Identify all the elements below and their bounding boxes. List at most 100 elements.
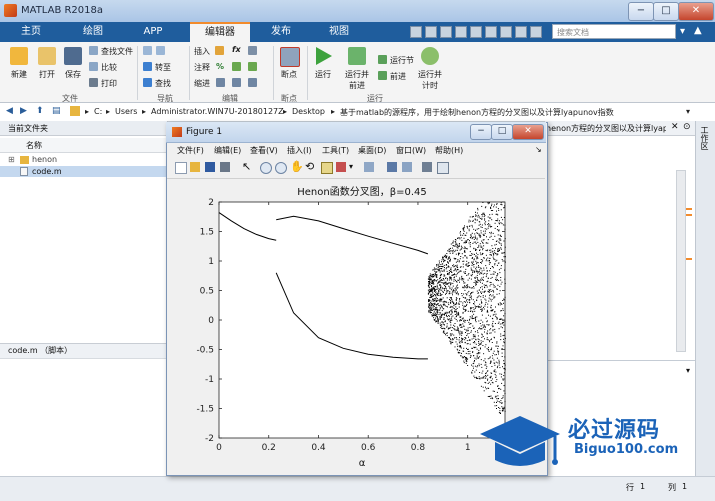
run-button[interactable]: 运行 (310, 69, 336, 80)
run-and-time-icon[interactable] (421, 47, 439, 65)
minimize-button[interactable]: − (628, 2, 654, 21)
switch-windows-quick-icon[interactable] (500, 26, 512, 38)
pointer-icon[interactable]: ↖ (242, 160, 251, 173)
print-button[interactable]: 打印 (101, 78, 117, 89)
increase-indent-icon[interactable] (232, 78, 241, 87)
search-documentation-input[interactable]: 搜索文档 (552, 24, 676, 39)
brush-icon[interactable] (336, 162, 346, 172)
breadcrumb-item[interactable]: Desktop (292, 107, 325, 116)
warning-marker[interactable] (686, 214, 692, 216)
find-files-button[interactable]: 查找文件 (101, 46, 133, 57)
back-arrow-icon[interactable]: ◀ (6, 106, 13, 116)
nav-forward-icon[interactable] (156, 46, 165, 55)
ribbon-collapse-icon[interactable]: ▲ (694, 25, 702, 36)
breadcrumb-item[interactable]: 基于matlab的源程序，用于绘制henon方程的分叉图以及计算lyapunov… (340, 107, 614, 118)
show-plot-tools-icon[interactable] (437, 162, 449, 174)
customize-quick-icon[interactable] (530, 26, 542, 38)
help-quick-icon[interactable] (515, 26, 527, 38)
open-button[interactable]: 打开 (34, 69, 60, 80)
editor-close-icon[interactable]: ✕ (671, 122, 679, 132)
run-icon[interactable] (316, 47, 332, 65)
menu-overflow-icon[interactable]: ↘ (535, 145, 542, 154)
copy-quick-icon[interactable] (440, 26, 452, 38)
goto-button[interactable]: 转至 (155, 62, 171, 73)
menu-help[interactable]: 帮助(H) (435, 145, 463, 156)
advance-button[interactable]: 前进 (390, 71, 406, 82)
breakpoints-button[interactable]: 断点 (276, 69, 302, 80)
warning-marker[interactable] (686, 208, 692, 210)
run-section-button[interactable]: 运行节 (390, 55, 414, 66)
uncomment-icon[interactable] (232, 62, 241, 71)
run-and-advance-label-1[interactable]: 运行并 (342, 69, 372, 80)
close-button[interactable]: ✕ (678, 2, 714, 21)
run-and-advance-icon[interactable] (348, 47, 366, 65)
decrease-indent-icon[interactable] (248, 78, 257, 87)
indent-button[interactable]: 缩进 (194, 78, 210, 89)
run-and-advance-label-2[interactable]: 前进 (342, 80, 372, 91)
run-and-time-label-2[interactable]: 计时 (415, 80, 445, 91)
editor-menu-icon[interactable]: ⊙ (683, 122, 691, 132)
figure-maximize-button[interactable]: □ (491, 124, 513, 140)
brush-dropdown-icon[interactable]: ▾ (349, 162, 353, 171)
warning-marker[interactable] (686, 258, 692, 260)
save-quick-icon[interactable] (410, 26, 422, 38)
menu-insert[interactable]: 插入(I) (287, 145, 312, 156)
breakpoint-icon[interactable] (280, 47, 300, 67)
insert-function-icon[interactable] (248, 46, 257, 55)
pane-expand-icon[interactable]: ▾ (686, 366, 690, 375)
maximize-button[interactable]: □ (653, 2, 679, 21)
list-item[interactable]: code.m (32, 167, 62, 176)
forward-arrow-icon[interactable]: ▶ (20, 106, 27, 116)
save-disk-icon[interactable] (64, 47, 82, 65)
redo-quick-icon[interactable] (485, 26, 497, 38)
insert-colorbar-icon[interactable] (387, 162, 397, 172)
wrap-comments-icon[interactable] (248, 62, 257, 71)
editor-scrollbar[interactable] (676, 170, 686, 352)
zoom-in-icon[interactable] (260, 162, 272, 174)
search-dropdown-icon[interactable]: ▾ (680, 26, 685, 37)
fx-button[interactable]: fx (232, 45, 241, 54)
tab-publish[interactable]: 发布 (258, 22, 304, 42)
rotate-3d-icon[interactable]: ⟲ (305, 160, 314, 173)
comment-button[interactable]: 注释 (194, 62, 210, 73)
menu-file[interactable]: 文件(F) (177, 145, 204, 156)
tab-apps[interactable]: APP (130, 22, 176, 42)
zoom-out-icon[interactable] (275, 162, 287, 174)
tab-view[interactable]: 视图 (316, 22, 362, 42)
pan-hand-icon[interactable]: ✋ (290, 160, 304, 173)
print-figure-icon[interactable] (220, 162, 230, 172)
cut-quick-icon[interactable] (425, 26, 437, 38)
tab-plots[interactable]: 绘图 (70, 22, 116, 42)
column-name-header[interactable]: 名称 (26, 140, 42, 151)
menu-desktop[interactable]: 桌面(D) (358, 145, 386, 156)
up-folder-icon[interactable]: ⬆ (36, 106, 44, 116)
hide-plot-tools-icon[interactable] (422, 162, 432, 172)
figure-minimize-button[interactable]: − (470, 124, 492, 140)
browse-folder-icon[interactable]: ▤ (52, 106, 61, 116)
open-folder-icon[interactable] (38, 47, 56, 65)
menu-tools[interactable]: 工具(T) (322, 145, 349, 156)
address-dropdown-icon[interactable]: ▾ (686, 107, 690, 116)
data-cursor-icon[interactable] (321, 162, 333, 174)
save-button[interactable]: 保存 (60, 69, 86, 80)
insert-legend-icon[interactable] (402, 162, 412, 172)
smart-indent-icon[interactable] (216, 78, 225, 87)
new-icon[interactable] (10, 47, 28, 65)
new-figure-icon[interactable] (175, 162, 187, 174)
paste-quick-icon[interactable] (455, 26, 467, 38)
breadcrumb-item[interactable]: Users (115, 107, 137, 116)
breadcrumb-item[interactable]: Administrator.WIN7U-20180127Z (151, 107, 284, 116)
breadcrumb-item[interactable]: C: (94, 107, 102, 116)
menu-window[interactable]: 窗口(W) (396, 145, 426, 156)
workspace-tab[interactable]: 工作区 (699, 126, 710, 150)
open-file-icon[interactable] (190, 162, 200, 172)
link-plot-icon[interactable] (364, 162, 374, 172)
insert-button[interactable]: 插入 (194, 46, 210, 57)
menu-edit[interactable]: 编辑(E) (214, 145, 241, 156)
list-item[interactable]: henon (32, 155, 57, 164)
run-and-time-label-1[interactable]: 运行并 (415, 69, 445, 80)
compare-button[interactable]: 比较 (101, 62, 117, 73)
find-button[interactable]: 查找 (155, 78, 171, 89)
tab-editor[interactable]: 编辑器 (190, 22, 250, 42)
new-button[interactable]: 新建 (6, 69, 32, 80)
